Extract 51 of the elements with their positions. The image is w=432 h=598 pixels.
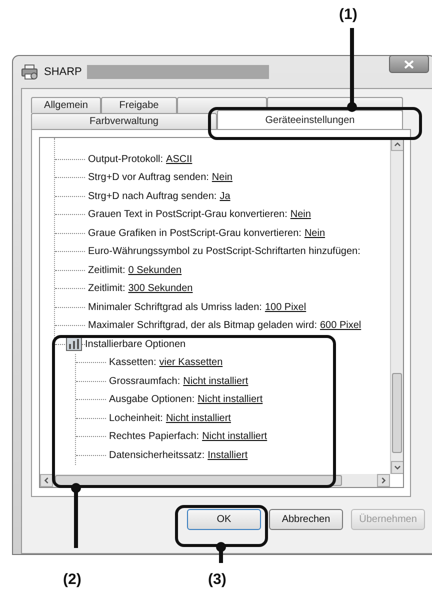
setting-label: Euro-Währungssymbol zu PostScript-Schriftarten hinzufügen: [88, 246, 360, 258]
setting-label: Grauen Text in PostScript-Grau konvertieren: [88, 209, 288, 220]
close-icon [404, 60, 414, 68]
setting-value[interactable]: Nicht installiert [198, 394, 263, 406]
setting-label: Maximaler Schriftgrad, der als Bitmap geladen wird: [88, 320, 317, 332]
setting-value[interactable]: Nicht installiert [166, 412, 231, 424]
options-folder-icon [66, 337, 82, 352]
tab[interactable]: Allgemein [31, 97, 101, 113]
vertical-scrollbar[interactable] [390, 138, 403, 474]
setting-label: Output-Protokoll: [88, 154, 164, 165]
setting-label: Ausgabe Optionen: [109, 394, 195, 406]
callout-number: (3) [208, 571, 226, 588]
dialog-button[interactable]: Abbrechen [269, 509, 343, 530]
close-button[interactable] [389, 55, 429, 73]
setting-value[interactable]: Ja [220, 190, 230, 202]
setting-value[interactable]: 0 Sekunden [128, 264, 182, 276]
scrollbar-thumb[interactable] [392, 373, 402, 453]
printer-icon [21, 64, 39, 80]
setting-value[interactable]: Nicht installiert [183, 376, 248, 387]
setting-label: Strg+D vor Auftrag senden: [88, 172, 209, 184]
setting-value[interactable]: Installiert [208, 450, 248, 461]
setting-value[interactable]: 100 Pixel [264, 302, 306, 313]
tab[interactable]: Farbverwaltung [31, 113, 217, 129]
setting-value[interactable]: vier Kassetten [159, 357, 223, 368]
setting-label: Grossraumfach: [109, 376, 180, 387]
setting-label: Rechtes Papierfach: [109, 431, 200, 442]
scrollbar-thumb[interactable] [55, 475, 342, 486]
setting-value[interactable]: Nein [304, 228, 326, 239]
leader-line [216, 542, 226, 563]
setting-label: Locheinheit: [109, 412, 163, 424]
setting-label: Graue Grafiken in PostScript-Grau konvertieren: [88, 228, 302, 239]
setting-label: Zeitlimit: [88, 283, 126, 294]
callout-number: (1) [339, 6, 358, 23]
callout-number: (2) [63, 571, 82, 588]
setting-label: Installierbare Optionen [85, 338, 186, 350]
setting-value[interactable]: ASCII [166, 154, 192, 165]
setting-value[interactable]: Nicht installiert [202, 431, 268, 442]
setting-value[interactable]: Nein [290, 209, 311, 220]
setting-label: Strg+D nach Auftrag senden: [88, 190, 217, 202]
window-title: SHARP [44, 66, 82, 78]
dialog-button[interactable]: OK [187, 509, 261, 530]
setting-value[interactable]: Nein [212, 172, 232, 184]
setting-label: Zeitlimit: [88, 264, 126, 276]
setting-value[interactable]: 300 Sekunden [128, 283, 193, 294]
leader-line [71, 483, 81, 548]
setting-label: Minimaler Schriftgrad als Umriss laden: [88, 302, 262, 313]
setting-label: Datensicherheitssatz: [109, 450, 205, 461]
tab[interactable]: Geräteeinstellungen [217, 110, 403, 129]
setting-label: Kassetten: [109, 357, 156, 368]
tab[interactable]: Freigabe [101, 97, 177, 113]
setting-value[interactable]: 600 Pixel [320, 320, 362, 332]
